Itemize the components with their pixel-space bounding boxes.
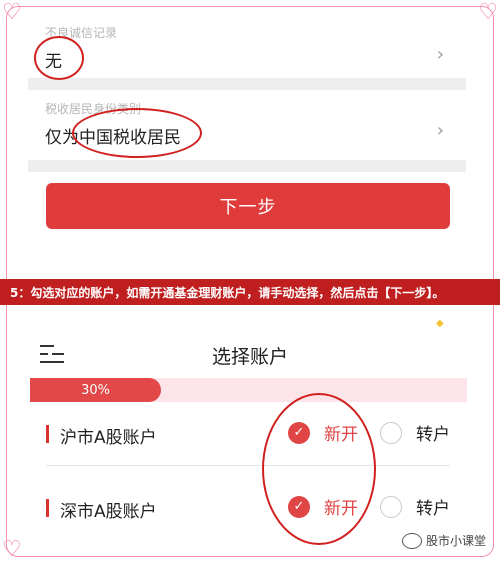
option-new-label: 新开 [324, 425, 358, 445]
heart-icon: ♡ [2, 537, 22, 562]
tax-residency-field[interactable]: 税收居民身份类别 仅为中国税收居民 › [28, 90, 466, 160]
heart-icon: ♡ [2, 0, 22, 25]
radio-icon [380, 495, 402, 518]
option-transfer-label: 转户 [416, 499, 450, 519]
row-marker [46, 499, 49, 517]
account-row-sh: 沪市A股账户 ✓ 新开 转户 [46, 415, 450, 455]
progress-fill: 30% [30, 378, 162, 402]
option-new-sz[interactable]: ✓ 新开 [288, 494, 358, 519]
watermark: 股市小课堂 [401, 532, 486, 549]
account-name: 深市A股账户 [60, 502, 157, 522]
option-transfer-sh[interactable]: 转户 [380, 420, 450, 445]
option-new-label: 新开 [324, 499, 358, 519]
credit-record-value: 无 [45, 52, 62, 72]
page-title: 选择账户 [211, 346, 288, 368]
tax-residency-label: 税收居民身份类别 [45, 102, 142, 116]
account-name: 沪市A股账户 [60, 428, 157, 448]
watermark-text: 股市小课堂 [425, 534, 486, 548]
credit-record-field[interactable]: 不良诚信记录 无 › [28, 12, 466, 78]
chevron-right-icon: › [436, 120, 444, 141]
option-transfer-label: 转户 [416, 425, 450, 445]
heart-icon: ♡ [478, 0, 498, 25]
section-divider [28, 160, 466, 172]
sparkle-icon: ◆ [436, 318, 444, 329]
radio-icon [380, 421, 402, 444]
wechat-icon [401, 532, 422, 549]
progress-bar: 30% [30, 378, 467, 402]
check-icon: ✓ [288, 495, 310, 518]
option-transfer-sz[interactable]: 转户 [380, 494, 450, 519]
instruction-banner: 5：勾选对应的账户，如需开通基金理财账户，请手动选择，然后点击【下一步】。 [0, 279, 500, 305]
option-new-sh[interactable]: ✓ 新开 [288, 420, 358, 445]
check-icon: ✓ [288, 421, 310, 444]
credit-record-label: 不良诚信记录 [45, 26, 118, 40]
next-step-button[interactable]: 下一步 [46, 183, 450, 229]
tax-residency-value: 仅为中国税收居民 [45, 128, 181, 148]
chevron-right-icon: › [436, 44, 444, 65]
row-divider [46, 465, 450, 466]
account-info-form: 不良诚信记录 无 › 税收居民身份类别 仅为中国税收居民 › [28, 12, 466, 172]
section-divider [28, 78, 466, 90]
row-marker [46, 425, 49, 443]
account-row-sz: 深市A股账户 ✓ 新开 转户 [46, 489, 450, 529]
